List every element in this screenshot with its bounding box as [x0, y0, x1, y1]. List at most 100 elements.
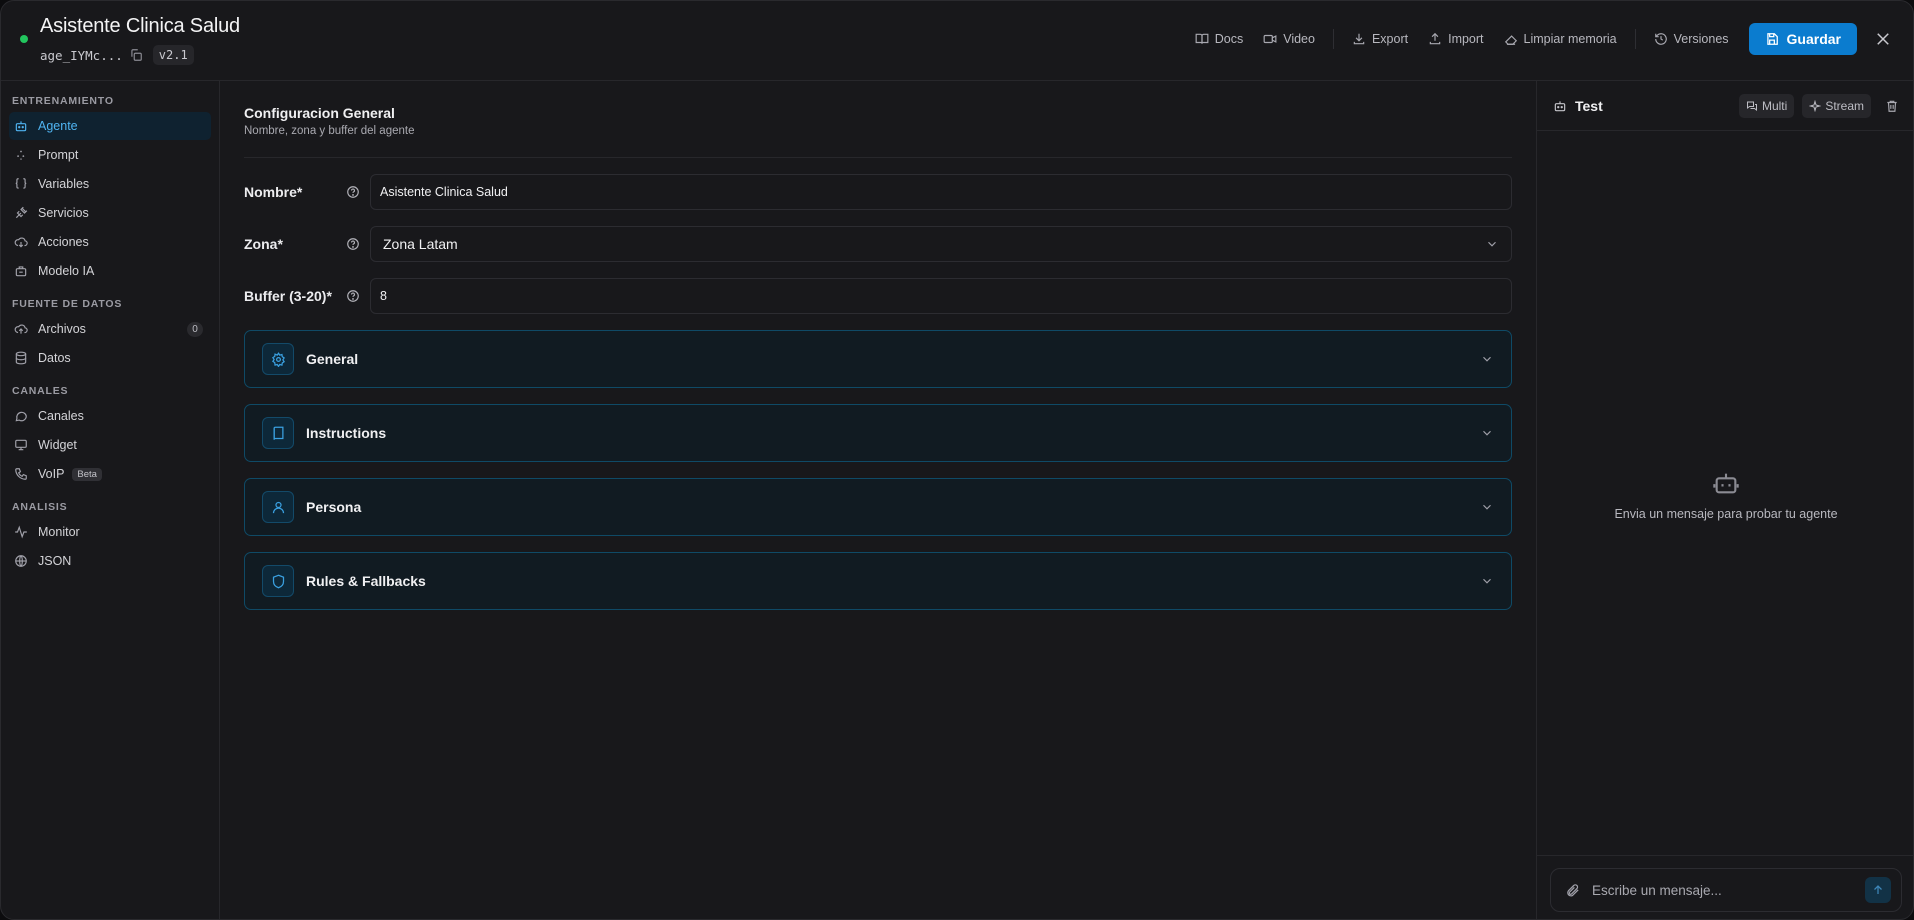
- help-icon[interactable]: [346, 185, 360, 199]
- activity-icon: [15, 525, 27, 539]
- sidebar-item-prompt[interactable]: Prompt: [9, 141, 211, 169]
- chevron-down-icon: [1488, 241, 1496, 247]
- versions-button[interactable]: Versiones: [1644, 23, 1739, 55]
- sidebar-item-canales[interactable]: Canales: [9, 402, 211, 430]
- eraser-icon: [1504, 35, 1517, 45]
- clear-memory-button[interactable]: Limpiar memoria: [1494, 23, 1627, 55]
- save-label: Guardar: [1786, 31, 1841, 47]
- copy-icon[interactable]: [129, 48, 143, 62]
- messages-icon: [1746, 101, 1757, 111]
- message-input[interactable]: Escribe un mensaje...: [1550, 868, 1902, 912]
- test-header: Test Multi Stream: [1537, 81, 1913, 131]
- accordion-general[interactable]: General: [244, 330, 1512, 388]
- title-block: Asistente Clinica Salud age_IYMc... v2.1: [40, 15, 240, 65]
- chevron-down-icon: [1483, 356, 1491, 362]
- sidebar-item-label: Servicios: [38, 206, 89, 220]
- agent-id: age_IYMc...: [40, 47, 123, 63]
- shield-icon: [262, 565, 294, 597]
- buffer-row: Buffer (3-20)* 8: [244, 278, 1512, 314]
- help-icon[interactable]: [346, 289, 360, 303]
- agent-title: Asistente Clinica Salud: [40, 15, 240, 37]
- save-icon: [1766, 33, 1778, 45]
- name-field[interactable]: Asistente Clinica Salud: [370, 174, 1512, 210]
- export-button[interactable]: Export: [1342, 23, 1418, 55]
- page-title: Configuracion General: [244, 105, 395, 121]
- sidebar-item-monitor[interactable]: Monitor: [9, 518, 211, 546]
- count-badge: 0: [187, 322, 203, 337]
- robot-icon: [1713, 473, 1739, 494]
- export-label: Export: [1371, 32, 1409, 46]
- import-label: Import: [1448, 32, 1484, 46]
- paperclip-icon[interactable]: [1565, 883, 1580, 898]
- versions-label: Versiones: [1673, 32, 1729, 46]
- sidebar-item-widget[interactable]: Widget: [9, 431, 211, 459]
- sidebar-item-label: Modelo IA: [38, 264, 95, 278]
- sidebar-item-label: Archivos: [38, 322, 86, 336]
- braces-icon: [15, 178, 27, 189]
- save-button[interactable]: Guardar: [1748, 23, 1857, 55]
- sidebar-item-modelo-ia[interactable]: Modelo IA: [9, 257, 211, 285]
- zone-select[interactable]: Zona Latam: [370, 226, 1512, 262]
- import-button[interactable]: Import: [1418, 23, 1493, 55]
- sidebar-item-label: Agente: [38, 119, 78, 133]
- name-label: Nombre*: [244, 184, 303, 200]
- chevron-down-icon: [1483, 504, 1491, 510]
- sidebar-item-voip[interactable]: VoIP Beta: [9, 460, 211, 488]
- accordion-persona[interactable]: Persona: [244, 478, 1512, 536]
- close-icon: [1877, 33, 1889, 45]
- sidebar-item-label: Prompt: [38, 148, 79, 162]
- trash-icon[interactable]: [1885, 99, 1899, 113]
- sidebar-item-label: Monitor: [38, 525, 80, 539]
- download-icon: [1353, 33, 1365, 45]
- test-panel: Test Multi Stream Envia un mensaje para …: [1536, 81, 1913, 919]
- zone-label: Zona*: [244, 236, 283, 252]
- sidebar-item-agente[interactable]: Agente: [9, 112, 211, 140]
- sidebar-item-datos[interactable]: Datos: [9, 344, 211, 372]
- user-icon: [262, 491, 294, 523]
- sidebar-item-acciones[interactable]: Acciones: [9, 228, 211, 256]
- sidebar: ENTRENAMIENTO Agente Prompt Variables Se…: [1, 81, 220, 919]
- video-button[interactable]: Video: [1253, 23, 1325, 55]
- sidebar-section-title: FUENTE DE DATOS: [12, 298, 123, 310]
- sidebar-item-json[interactable]: JSON: [9, 547, 211, 575]
- chat-bar: Escribe un mensaje...: [1537, 855, 1913, 919]
- sparkle-icon: [1809, 99, 1822, 112]
- chevron-down-icon: [1483, 578, 1491, 584]
- sidebar-item-label: Variables: [38, 177, 90, 191]
- sidebar-item-label: Canales: [38, 409, 84, 423]
- docs-button[interactable]: Docs: [1185, 23, 1253, 55]
- chip-icon: [15, 266, 27, 277]
- phone-icon: [15, 468, 27, 480]
- stream-button[interactable]: Stream: [1802, 93, 1871, 118]
- close-button[interactable]: [1871, 27, 1895, 51]
- accordion-label: General: [306, 351, 359, 367]
- stream-label: Stream: [1825, 98, 1864, 113]
- toolbar-divider: [1332, 29, 1334, 49]
- sidebar-item-archivos[interactable]: Archivos 0: [9, 315, 211, 343]
- plug-icon: [15, 206, 28, 219]
- history-icon: [1654, 33, 1667, 45]
- sidebar-item-label: VoIP: [38, 467, 65, 481]
- help-icon[interactable]: [346, 237, 360, 251]
- monitor-icon: [15, 439, 27, 451]
- send-button[interactable]: [1865, 877, 1891, 903]
- zone-value: Zona Latam: [383, 236, 458, 252]
- clear-memory-label: Limpiar memoria: [1523, 32, 1617, 46]
- chevron-down-icon: [1483, 430, 1491, 436]
- sidebar-item-label: JSON: [38, 554, 72, 568]
- multi-button[interactable]: Multi: [1738, 93, 1795, 118]
- sparkle-icon: [17, 150, 25, 160]
- sidebar-item-variables[interactable]: Variables: [9, 170, 211, 198]
- upload-cloud-icon: [14, 324, 28, 334]
- bot-icon: [1554, 100, 1566, 111]
- gear-icon: [262, 343, 294, 375]
- main-content: Configuracion General Nombre, zona y buf…: [220, 81, 1536, 919]
- accordion-rules-fallbacks[interactable]: Rules & Fallbacks: [244, 552, 1512, 610]
- video-icon: [1263, 34, 1277, 44]
- status-dot: [20, 35, 28, 43]
- beta-badge: Beta: [72, 467, 102, 481]
- sidebar-item-label: Acciones: [38, 235, 89, 249]
- buffer-field[interactable]: 8: [370, 278, 1512, 314]
- sidebar-item-servicios[interactable]: Servicios: [9, 199, 211, 227]
- accordion-instructions[interactable]: Instructions: [244, 404, 1512, 462]
